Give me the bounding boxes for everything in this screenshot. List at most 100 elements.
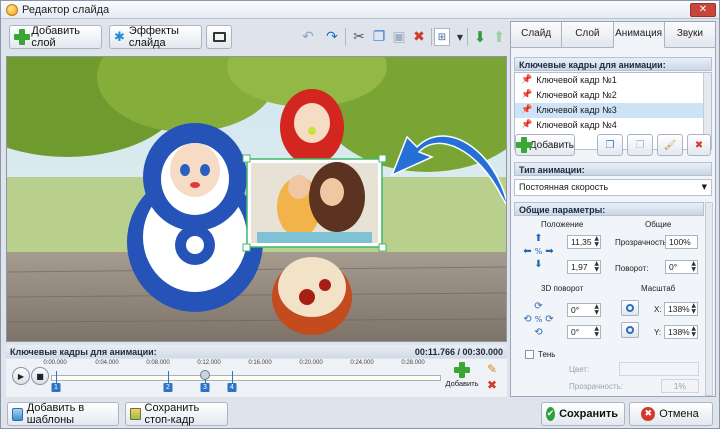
keyframe-marker[interactable]: 3	[200, 383, 210, 392]
playhead[interactable]	[200, 370, 210, 380]
properties-panel: Слайд Слой Анимация Звуки Ключевые кадры…	[510, 21, 716, 397]
close-window-button[interactable]: ✕	[690, 3, 716, 17]
rot3d-a-input[interactable]: 0° ▲ ▼	[567, 303, 601, 317]
monitor-icon	[212, 32, 226, 42]
rotate-right-icon[interactable]: ⟳	[544, 314, 555, 325]
stop-icon[interactable]: ■	[31, 367, 49, 385]
shadow-opacity-input[interactable]: 1%	[661, 379, 699, 393]
zoom-out-icon	[626, 326, 634, 334]
opacity-input[interactable]: 100%	[665, 235, 698, 249]
spinner-icon[interactable]: ▲ ▼	[691, 261, 696, 273]
cancel-button[interactable]: ✖ Отмена	[629, 402, 713, 426]
shadow-checkbox[interactable]	[525, 350, 534, 359]
shadow-color-field[interactable]	[619, 362, 699, 376]
copy-keyframe-button[interactable]: ❐	[597, 134, 623, 156]
tick-label: 0:00.000	[43, 360, 67, 366]
scale-x-input[interactable]: 138% ▲ ▼	[664, 302, 698, 316]
spinner-icon[interactable]: ▲ ▼	[594, 261, 599, 273]
move-right-icon[interactable]: ➡	[544, 246, 555, 257]
tab-sounds[interactable]: Звуки	[664, 22, 715, 48]
paste-icon[interactable]: ▣	[388, 26, 410, 48]
tab-slide[interactable]: Слайд	[511, 22, 563, 48]
list-item[interactable]: 📌 Ключевой кадр №1	[515, 73, 711, 88]
add-layer-button[interactable]: Добавить слой	[9, 25, 102, 49]
shadow-label: Тень	[538, 350, 556, 359]
brush-icon: 🖌	[663, 139, 677, 151]
percent-icon[interactable]: %	[533, 314, 544, 325]
position-label: Положение	[541, 220, 584, 229]
cancel-label: Отмена	[659, 408, 699, 420]
zoom-out-button[interactable]	[621, 322, 639, 338]
delete-icon[interactable]: ✖	[408, 26, 430, 48]
cancel-icon: ✖	[641, 407, 656, 421]
save-frame-label: Сохранить стоп-кадр	[144, 402, 200, 426]
keyframe-marker[interactable]: 1	[51, 383, 61, 392]
timeline-time: 00:11.766 / 00:30.000	[414, 346, 503, 357]
list-item[interactable]: 📌 Ключевой кадр №2	[515, 88, 711, 103]
spinner-icon[interactable]: ▲ ▼	[691, 303, 696, 315]
rot3d-b-input[interactable]: 0° ▲ ▼	[567, 325, 601, 339]
move-left-icon[interactable]: ⬅	[522, 246, 533, 257]
save-button[interactable]: ✔ Сохранить	[541, 402, 625, 426]
position-x-input[interactable]: 11,35 ▲ ▼	[567, 235, 601, 249]
zoom-in-button[interactable]	[621, 300, 639, 316]
time-ruler: 0:00.000 0:04.000 0:08.000 0:12.000 0:16…	[43, 359, 441, 389]
slide-effects-button[interactable]: ✱ Эффекты слайда	[109, 25, 202, 49]
spinner-icon[interactable]: ▲ ▼	[691, 326, 696, 338]
delete-keyframe-button[interactable]: ✖	[687, 134, 711, 156]
keyframe-label: Ключевой кадр №2	[536, 90, 617, 100]
add-layer-label: Добавить слой	[31, 25, 81, 49]
rotation-input[interactable]: 0° ▲ ▼	[665, 260, 698, 274]
save-frame-button[interactable]: Сохранить стоп-кадр	[125, 402, 228, 426]
copy-icon[interactable]: ❐	[368, 26, 390, 48]
timeline[interactable]: ▶ ■ 0:00.000 0:04.000 0:08.000 0:12.000 …	[6, 359, 507, 397]
panel-tabs: Слайд Слой Анимация Звуки	[511, 22, 715, 48]
spinner-icon[interactable]: ▲ ▼	[594, 326, 599, 338]
redo-icon[interactable]: ↷	[321, 26, 343, 48]
rotate-up-icon[interactable]: ⟳	[533, 301, 544, 312]
timeline-add-button[interactable]: Добавить	[445, 362, 479, 394]
edit-icon[interactable]: ✎	[487, 362, 497, 376]
position-y-input[interactable]: 1,97 ▲ ▼	[567, 260, 601, 274]
undo-icon[interactable]: ↶	[297, 26, 319, 48]
pin-icon: 📌	[521, 105, 533, 115]
add-keyframe-label: Добавить	[529, 139, 574, 151]
rotate-left-icon[interactable]: ⟲	[522, 314, 533, 325]
scale-y-value: 138%	[668, 327, 690, 337]
list-item[interactable]: 📌 Ключевой кадр №4	[515, 118, 711, 133]
timeline-track[interactable]	[51, 375, 441, 381]
rotate-down-icon[interactable]: ⟲	[533, 327, 544, 338]
align-icon[interactable]: ⊞	[434, 28, 450, 46]
photo-layer[interactable]	[242, 154, 387, 252]
keyframe-marker[interactable]: 4	[227, 383, 237, 392]
spinner-icon[interactable]: ▲ ▼	[594, 236, 599, 248]
brush-button[interactable]: 🖌	[657, 134, 683, 156]
move-down-icon[interactable]: ⬇	[533, 259, 544, 270]
anim-type-select[interactable]: Постоянная скорость ▼	[514, 179, 712, 196]
cut-icon[interactable]: ✂	[348, 26, 370, 48]
anim-type-value: Постоянная скорость	[519, 182, 609, 192]
tab-animation[interactable]: Анимация	[613, 22, 665, 48]
tab-layer[interactable]: Слой	[562, 22, 614, 48]
params-scrollbar[interactable]	[705, 202, 713, 396]
add-to-templates-button[interactable]: Добавить в шаблоны	[7, 402, 119, 426]
keyframe-marker[interactable]: 2	[163, 383, 173, 392]
tick-label: 0:16.000	[248, 360, 272, 366]
move-up-icon[interactable]: ⬆	[533, 233, 544, 244]
percent-icon[interactable]: %	[533, 246, 544, 257]
pin-icon: 📌	[521, 120, 533, 130]
screen-button[interactable]	[206, 25, 232, 49]
paste-keyframe-button[interactable]: ❐	[627, 134, 653, 156]
app-icon	[6, 3, 18, 16]
main-toolbar: Добавить слой ✱ Эффекты слайда ↶ ↷ ✂ ❐ ▣…	[5, 23, 507, 51]
slide-canvas[interactable]	[6, 56, 507, 342]
position-x-value: 11,35	[571, 237, 592, 247]
list-item-selected[interactable]: 📌 Ключевой кадр №3	[515, 103, 711, 118]
toolbar-divider	[431, 28, 432, 46]
play-icon[interactable]: ▶	[12, 367, 30, 385]
spinner-icon[interactable]: ▲ ▼	[594, 304, 599, 316]
move-up-icon[interactable]: ⬆	[488, 26, 510, 48]
remove-keyframe-icon[interactable]: ✖	[487, 378, 497, 392]
add-keyframe-button[interactable]: Добавить	[515, 134, 575, 156]
scale-y-input[interactable]: 138% ▲ ▼	[664, 325, 698, 339]
